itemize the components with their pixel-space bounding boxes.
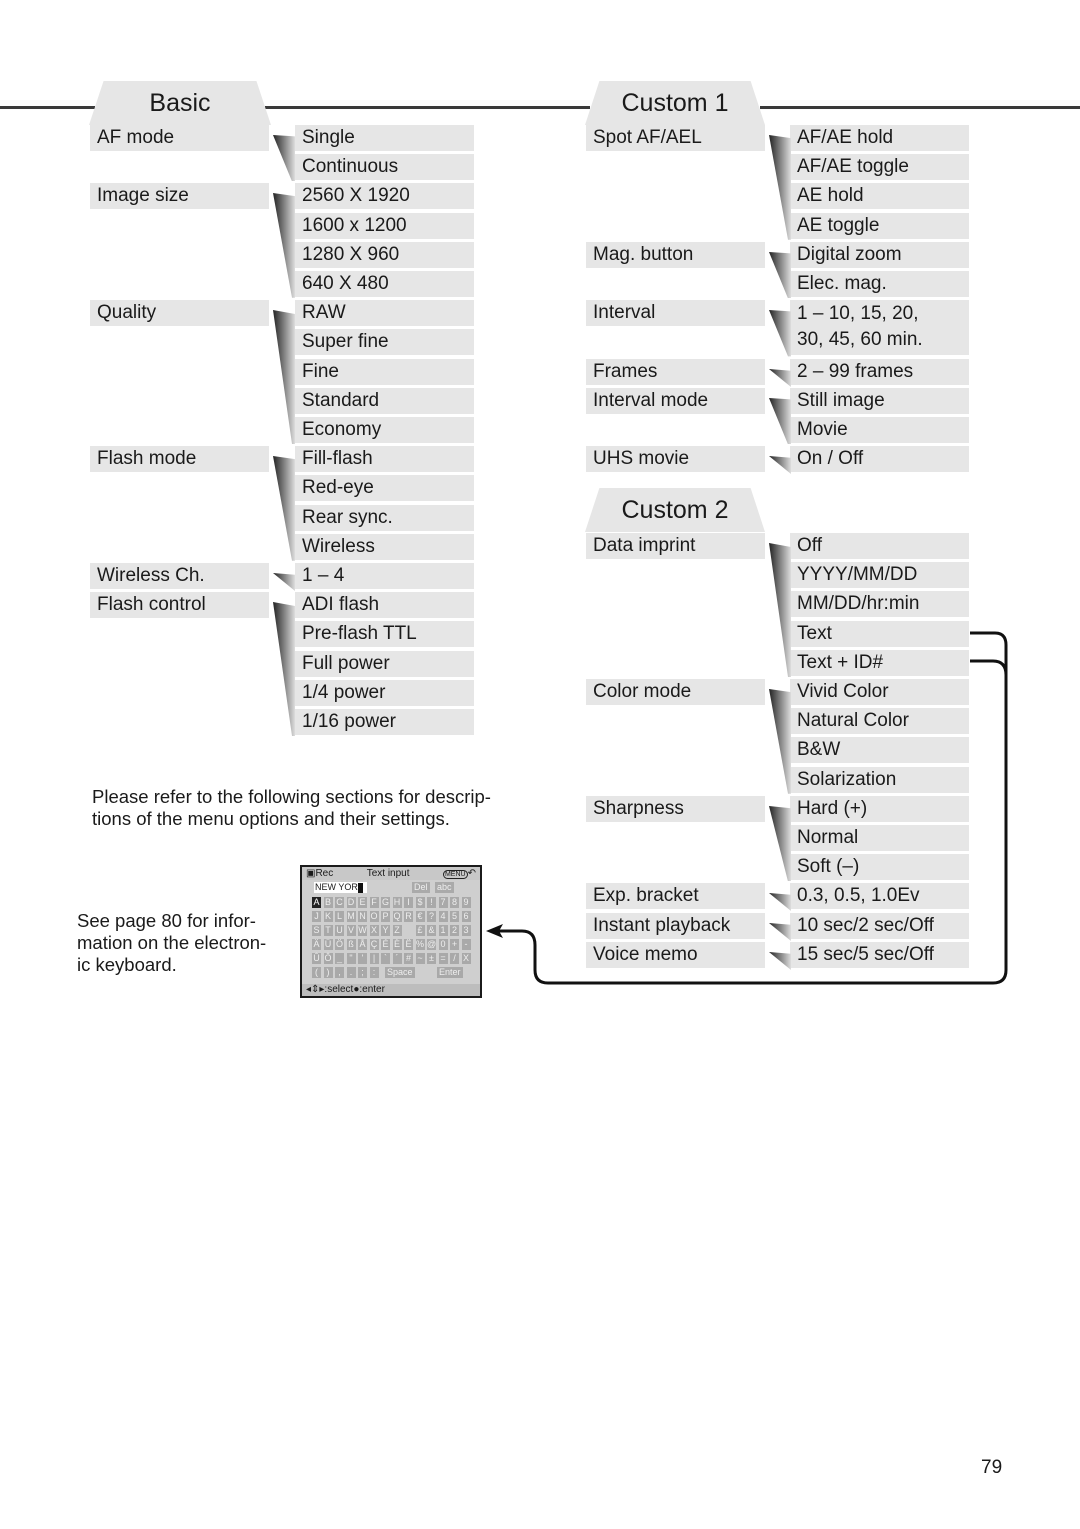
bracket-line-text bbox=[496, 631, 1008, 985]
bracket-line-text-id bbox=[970, 659, 1008, 676]
page-number: 79 bbox=[981, 1457, 1003, 1478]
connector-lines bbox=[486, 631, 1008, 985]
